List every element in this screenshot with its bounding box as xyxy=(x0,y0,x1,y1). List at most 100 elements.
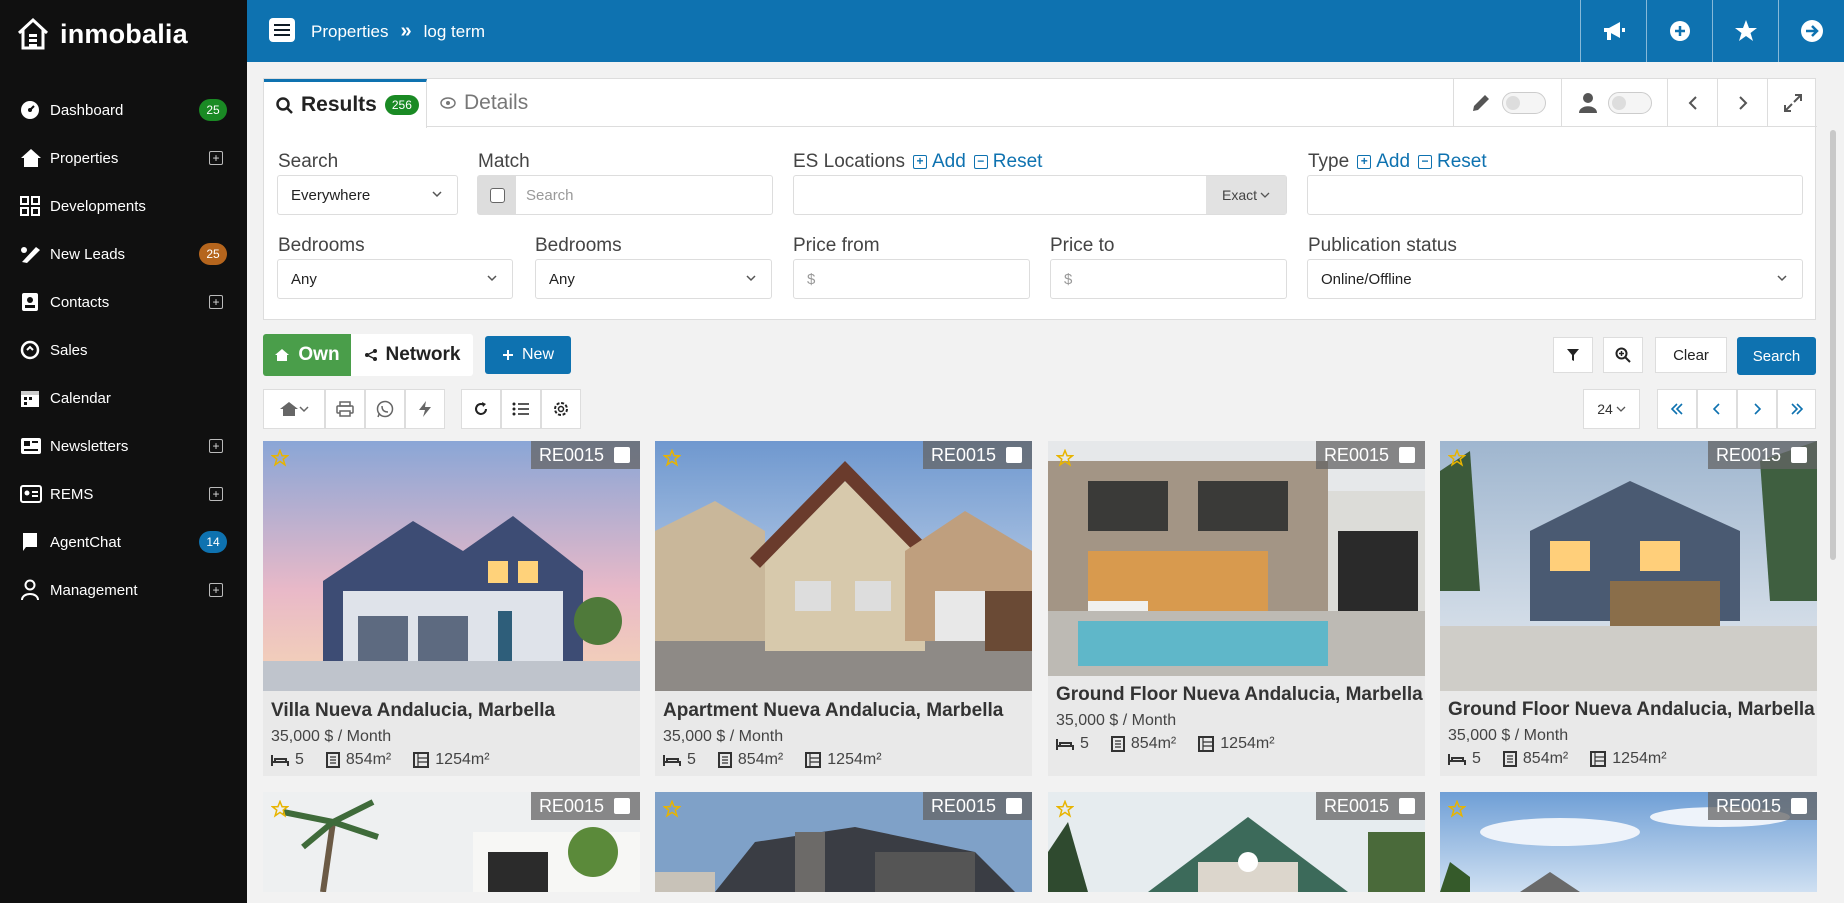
property-card[interactable]: RE0015 xyxy=(263,792,640,892)
quick-actions-button[interactable] xyxy=(405,389,445,429)
favorite-star-icon[interactable] xyxy=(1448,800,1466,818)
favorites-button[interactable] xyxy=(1712,0,1778,62)
first-page-button[interactable] xyxy=(1657,389,1697,429)
favorite-star-icon[interactable] xyxy=(1448,449,1466,467)
list-view-button[interactable] xyxy=(501,389,541,429)
filter-button[interactable] xyxy=(1553,337,1593,373)
sidebar-item-sales[interactable]: Sales xyxy=(0,326,247,374)
last-page-button[interactable] xyxy=(1777,389,1816,429)
search-scope-select[interactable]: Everywhere xyxy=(277,175,458,215)
tab-results[interactable]: Results 256 xyxy=(264,79,427,128)
sidebar-item-properties[interactable]: Properties + xyxy=(0,134,247,182)
property-photo[interactable] xyxy=(1048,441,1425,676)
expand-button[interactable] xyxy=(1767,79,1817,127)
menu-toggle-icon[interactable] xyxy=(269,18,295,42)
logout-button[interactable] xyxy=(1778,0,1844,62)
property-card[interactable]: RE0015 xyxy=(1048,792,1425,892)
sidebar-item-newsletters[interactable]: Newsletters + xyxy=(0,422,247,470)
add-button[interactable] xyxy=(1646,0,1712,62)
match-checkbox[interactable] xyxy=(478,176,516,214)
owner-toggle[interactable] xyxy=(1561,79,1667,127)
sidebar-item-new-leads[interactable]: New Leads 25 xyxy=(0,230,247,278)
plus-icon[interactable]: + xyxy=(209,295,223,309)
plus-icon[interactable]: + xyxy=(209,487,223,501)
sidebar-item-rems[interactable]: REMS + xyxy=(0,470,247,518)
new-property-button[interactable]: New xyxy=(485,336,571,374)
property-card[interactable]: RE0015 xyxy=(1440,792,1817,892)
select-checkbox[interactable] xyxy=(1791,447,1807,463)
property-title[interactable]: Ground Floor Nueva Andalucia, Marbella xyxy=(1056,684,1423,706)
tab-details[interactable]: Details xyxy=(440,79,528,127)
property-card[interactable]: RE0015 Villa Nueva Andalucia, Marbella 3… xyxy=(263,441,640,776)
locations-reset-link[interactable]: − Reset xyxy=(973,151,1042,173)
property-title[interactable]: Villa Nueva Andalucia, Marbella xyxy=(271,700,555,722)
sidebar-item-agentchat[interactable]: AgentChat 14 xyxy=(0,518,247,566)
property-photo[interactable] xyxy=(655,441,1032,691)
search-button[interactable]: Search xyxy=(1737,337,1816,375)
match-search-input[interactable]: Search xyxy=(477,175,773,215)
sidebar-item-dashboard[interactable]: Dashboard 25 xyxy=(0,86,247,134)
favorite-star-icon[interactable] xyxy=(663,449,681,467)
whatsapp-button[interactable] xyxy=(365,389,405,429)
owner-switch[interactable] xyxy=(1607,92,1652,114)
network-button[interactable]: Network xyxy=(351,334,473,376)
favorite-star-icon[interactable] xyxy=(1056,449,1074,467)
price-from-input[interactable]: $ xyxy=(793,259,1030,299)
select-checkbox[interactable] xyxy=(1399,798,1415,814)
plus-icon[interactable]: + xyxy=(209,151,223,165)
edit-mode-toggle[interactable] xyxy=(1453,79,1561,127)
settings-button[interactable] xyxy=(541,389,581,429)
select-checkbox[interactable] xyxy=(1006,798,1022,814)
type-add-link[interactable]: + Add xyxy=(1357,151,1410,173)
bedrooms-to-select[interactable]: Any xyxy=(535,259,772,299)
select-checkbox[interactable] xyxy=(1399,447,1415,463)
sidebar-item-management[interactable]: Management + xyxy=(0,566,247,614)
locations-add-link[interactable]: + Add xyxy=(912,151,966,173)
property-photo[interactable] xyxy=(1440,441,1817,691)
property-photo[interactable] xyxy=(263,441,640,691)
favorite-star-icon[interactable] xyxy=(1056,800,1074,818)
property-type-menu[interactable] xyxy=(263,389,325,429)
publication-status-select[interactable]: Online/Offline xyxy=(1307,259,1803,299)
property-card[interactable]: RE0015 xyxy=(655,792,1032,892)
announcements-button[interactable] xyxy=(1580,0,1646,62)
property-card[interactable]: RE0015 Apartment Nueva Andalucia, Marbel… xyxy=(655,441,1032,776)
price-to-input[interactable]: $ xyxy=(1050,259,1287,299)
property-title[interactable]: Apartment Nueva Andalucia, Marbella xyxy=(663,700,1003,722)
sidebar-item-developments[interactable]: Developments xyxy=(0,182,247,230)
es-locations-input[interactable]: Exact xyxy=(793,175,1287,215)
page-scrollbar[interactable] xyxy=(1830,130,1836,560)
next-button[interactable] xyxy=(1717,79,1767,127)
clear-button[interactable]: Clear xyxy=(1655,337,1727,373)
select-checkbox[interactable] xyxy=(1791,798,1807,814)
edit-switch[interactable] xyxy=(1501,92,1546,114)
select-checkbox[interactable] xyxy=(1006,447,1022,463)
zoom-search-button[interactable] xyxy=(1603,337,1643,373)
next-page-button[interactable] xyxy=(1737,389,1777,429)
property-card[interactable]: RE0015 Ground Floor Nueva Andalucia, Mar… xyxy=(1048,441,1425,776)
type-reset-link[interactable]: − Reset xyxy=(1418,151,1487,173)
sidebar-item-calendar[interactable]: Calendar xyxy=(0,374,247,422)
per-page-select[interactable]: 24 xyxy=(1583,389,1640,429)
sidebar-item-contacts[interactable]: Contacts + xyxy=(0,278,247,326)
refresh-button[interactable] xyxy=(461,389,501,429)
plus-icon[interactable]: + xyxy=(209,439,223,453)
select-checkbox[interactable] xyxy=(614,798,630,814)
breadcrumb-properties[interactable]: Properties xyxy=(311,22,388,42)
own-button[interactable]: Own xyxy=(263,334,351,376)
print-button[interactable] xyxy=(325,389,365,429)
exact-select[interactable]: Exact xyxy=(1206,176,1286,214)
property-title[interactable]: Ground Floor Nueva Andalucia, Marbella xyxy=(1448,699,1815,721)
plus-icon[interactable]: + xyxy=(209,583,223,597)
logo[interactable]: inmobalia xyxy=(16,14,188,54)
favorite-star-icon[interactable] xyxy=(663,800,681,818)
clear-label: Clear xyxy=(1673,346,1709,364)
favorite-star-icon[interactable] xyxy=(271,449,289,467)
select-checkbox[interactable] xyxy=(614,447,630,463)
property-card[interactable]: RE0015 Ground Floor Nueva Andalucia, Mar… xyxy=(1440,441,1817,776)
type-input[interactable] xyxy=(1307,175,1803,215)
favorite-star-icon[interactable] xyxy=(271,800,289,818)
prev-page-button[interactable] xyxy=(1697,389,1737,429)
bedrooms-from-select[interactable]: Any xyxy=(277,259,513,299)
previous-button[interactable] xyxy=(1667,79,1717,127)
